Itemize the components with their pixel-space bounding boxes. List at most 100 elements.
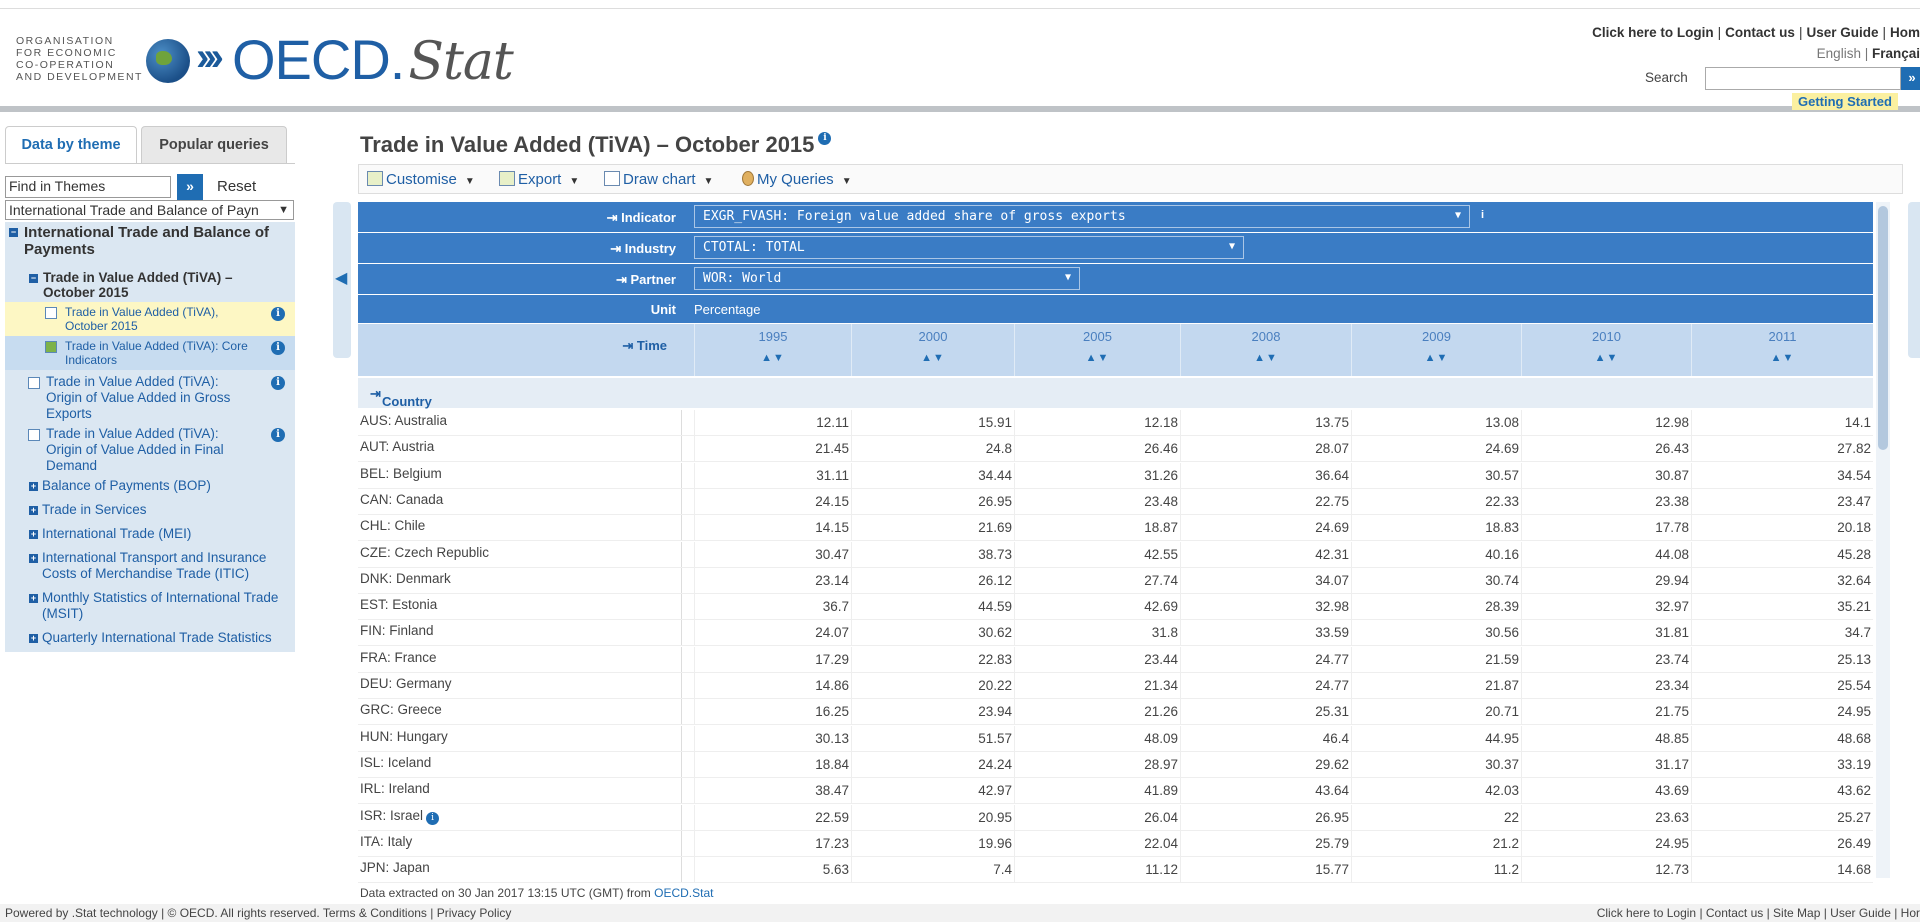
tree-item-services[interactable]: + Trade in Services: [5, 498, 295, 522]
find-go-button[interactable]: »: [177, 174, 203, 200]
tree-item-msit[interactable]: + Monthly Statistics of International Tr…: [5, 586, 295, 626]
country-name[interactable]: DEU: Germany: [358, 673, 682, 698]
country-name[interactable]: ISL: Iceland: [358, 751, 682, 777]
theme-select[interactable]: International Trade and Balance of Payn ▼: [5, 200, 294, 220]
tree-item-itic[interactable]: + International Transport and Insurance …: [5, 546, 295, 586]
year-header[interactable]: 2000 ▲▼: [851, 324, 1014, 376]
sort-arrows-icon[interactable]: ▲▼: [1692, 352, 1873, 364]
sort-arrows-icon[interactable]: ▲▼: [1522, 352, 1691, 364]
info-icon[interactable]: i: [271, 341, 285, 355]
export-menu[interactable]: Export ▼: [499, 171, 579, 188]
indicator-select[interactable]: EXGR_FVASH: Foreign value added share of…: [694, 205, 1470, 228]
value-cell: 42.31: [1180, 541, 1351, 567]
tree-item-itbop[interactable]: − International Trade and Balance of Pay…: [5, 222, 295, 270]
tree-item-mei[interactable]: + International Trade (MEI): [5, 522, 295, 546]
vertical-scrollbar[interactable]: [1876, 202, 1890, 878]
expand-icon[interactable]: +: [29, 634, 38, 643]
country-name[interactable]: AUT: Austria: [358, 436, 682, 462]
sort-arrows-icon[interactable]: ▲▼: [1181, 352, 1351, 364]
value-cell: 26.12: [851, 567, 1014, 593]
country-name[interactable]: CHL: Chile: [358, 515, 682, 541]
expand-icon[interactable]: +: [29, 506, 38, 515]
country-name[interactable]: ITA: Italy: [358, 830, 682, 856]
reset-link[interactable]: Reset: [217, 178, 256, 195]
user-guide-link[interactable]: User Guide: [1806, 25, 1878, 40]
login-link[interactable]: Click here to Login: [1592, 25, 1714, 40]
country-name[interactable]: BEL: Belgium: [358, 462, 682, 488]
tab-popular-queries[interactable]: Popular queries: [141, 126, 287, 163]
country-name[interactable]: DNK: Denmark: [358, 567, 682, 593]
country-name[interactable]: ISR: Israel i: [358, 804, 682, 830]
search-input[interactable]: [1705, 67, 1901, 90]
dataset-checkbox[interactable]: [28, 377, 40, 389]
expand-icon[interactable]: +: [29, 554, 38, 563]
tree-item-tiva-2015[interactable]: − Trade in Value Added (TiVA) – October …: [5, 270, 295, 302]
draw-chart-menu[interactable]: Draw chart ▼: [604, 171, 713, 188]
find-in-themes-input[interactable]: Find in Themes: [5, 176, 171, 198]
table-row: GRC: Greece 16.25 23.94 21.26 25.31 20.71 21.7…: [358, 699, 1873, 726]
sort-arrows-icon[interactable]: ▲▼: [852, 352, 1014, 364]
oecd-stat-logo[interactable]: OECD.Stat: [232, 27, 514, 92]
value-cell: 25.27: [1691, 804, 1873, 830]
tab-data-by-theme[interactable]: Data by theme: [5, 126, 137, 163]
customise-menu[interactable]: Customise ▼: [367, 171, 475, 188]
sort-arrows-icon[interactable]: ▲▼: [1352, 352, 1521, 364]
year-header[interactable]: 2010 ▲▼: [1521, 324, 1691, 376]
sort-arrows-icon[interactable]: ▲▼: [695, 352, 851, 364]
year-header[interactable]: 2009 ▲▼: [1351, 324, 1521, 376]
sort-arrows-icon[interactable]: ▲▼: [1015, 352, 1180, 364]
partner-select[interactable]: WOR: World ▼: [694, 267, 1080, 290]
dataset-checkbox[interactable]: [28, 429, 40, 441]
collapse-sidebar-handle[interactable]: ◀: [333, 202, 351, 358]
collapse-icon[interactable]: −: [29, 274, 38, 283]
tree-item-tiva-gross-exports[interactable]: Trade in Value Added (TiVA): Origin of V…: [5, 370, 295, 422]
value-cell: 30.13: [694, 725, 851, 751]
tree-item-tiva-final-demand[interactable]: Trade in Value Added (TiVA): Origin of V…: [5, 422, 295, 474]
info-icon[interactable]: i: [271, 307, 285, 321]
dataset-checkbox[interactable]: [45, 307, 57, 319]
info-icon[interactable]: i: [1481, 209, 1484, 221]
oecd-stat-link[interactable]: OECD.Stat: [654, 886, 713, 900]
contact-link[interactable]: Contact us: [1725, 25, 1795, 40]
my-queries-menu[interactable]: My Queries ▼: [742, 171, 852, 188]
scrollbar-thumb[interactable]: [1878, 206, 1888, 450]
country-name[interactable]: HUN: Hungary: [358, 725, 682, 751]
collapse-icon[interactable]: −: [9, 228, 18, 237]
info-icon[interactable]: i: [818, 132, 832, 145]
tree-item-tiva-oct2015[interactable]: Trade in Value Added (TiVA), October 201…: [5, 302, 295, 336]
industry-select[interactable]: CTOTAL: TOTAL ▼: [694, 236, 1244, 259]
table-row: AUS: Australia 12.11 15.91 12.18 13.75 13.08 1…: [358, 410, 1873, 436]
footer-right[interactable]: Click here to Login | Contact us | Site …: [1597, 906, 1920, 920]
info-icon[interactable]: i: [271, 376, 285, 390]
tree-item-quarterly[interactable]: + Quarterly International Trade Statisti…: [5, 626, 295, 652]
year-header[interactable]: 2011 ▲▼: [1691, 324, 1873, 376]
country-name[interactable]: GRC: Greece: [358, 699, 682, 725]
info-icon[interactable]: i: [426, 811, 440, 825]
year-header[interactable]: 2008 ▲▼: [1180, 324, 1351, 376]
year-header[interactable]: 1995 ▲▼: [694, 324, 851, 376]
collapse-right-handle[interactable]: [1908, 202, 1920, 358]
oecd-globe-icon[interactable]: [146, 39, 190, 83]
country-name[interactable]: IRL: Ireland: [358, 778, 682, 804]
country-name[interactable]: CAN: Canada: [358, 488, 682, 514]
country-name[interactable]: AUS: Australia: [358, 410, 682, 435]
country-name[interactable]: CZE: Czech Republic: [358, 541, 682, 567]
value-cell: 28.39: [1351, 594, 1521, 620]
country-name[interactable]: FRA: France: [358, 646, 682, 672]
search-go-button[interactable]: »: [1901, 67, 1920, 90]
country-name[interactable]: JPN: Japan: [358, 857, 682, 883]
expand-icon[interactable]: +: [29, 530, 38, 539]
home-link[interactable]: Hom: [1890, 25, 1920, 40]
lang-french[interactable]: Françai: [1872, 46, 1920, 61]
dataset-selected-icon[interactable]: [45, 341, 57, 353]
country-name[interactable]: FIN: Finland: [358, 620, 682, 646]
lang-english[interactable]: English: [1817, 46, 1861, 61]
tree-item-tiva-core[interactable]: Trade in Value Added (TiVA): Core Indica…: [5, 336, 295, 370]
tree-item-bop[interactable]: + Balance of Payments (BOP): [5, 474, 295, 498]
year-header[interactable]: 2005 ▲▼: [1014, 324, 1180, 376]
expand-icon[interactable]: +: [29, 482, 38, 491]
getting-started-link[interactable]: Getting Started: [1792, 93, 1898, 110]
info-icon[interactable]: i: [271, 428, 285, 442]
country-name[interactable]: EST: Estonia: [358, 594, 682, 620]
expand-icon[interactable]: +: [29, 594, 38, 603]
